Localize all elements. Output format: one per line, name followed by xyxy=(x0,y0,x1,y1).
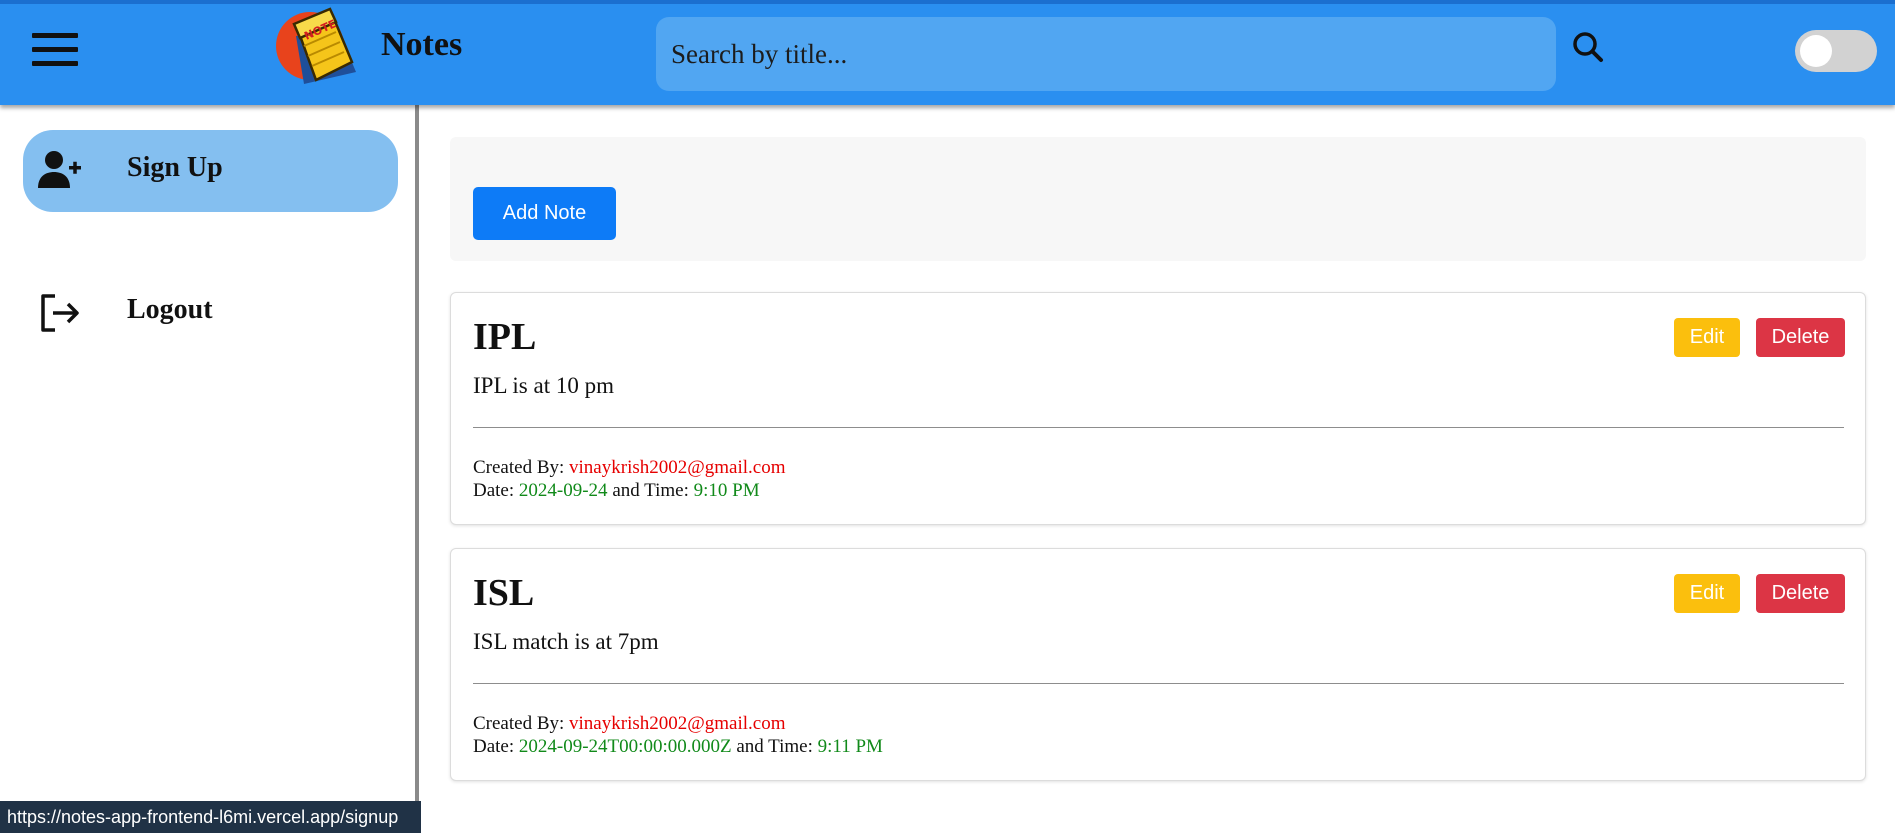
top-navbar: NOTE Notes xyxy=(0,0,1895,105)
status-bar-url: https://notes-app-frontend-l6mi.vercel.a… xyxy=(0,801,421,833)
note-divider xyxy=(473,683,1844,684)
app-title: Notes xyxy=(381,26,463,63)
notes-logo-icon: NOTE xyxy=(276,7,356,84)
note-card: ISL Edit Delete ISL match is at 7pm Crea… xyxy=(450,548,1866,781)
note-body: ISL match is at 7pm xyxy=(473,629,659,654)
created-by-label: Created By: xyxy=(473,713,565,734)
note-meta: Created By: vinaykrish2002@gmail.com Dat… xyxy=(473,456,785,502)
note-time: 9:10 PM xyxy=(693,480,760,501)
theme-toggle[interactable] xyxy=(1795,30,1877,72)
note-date: 2024-09-24T00:00:00.000Z xyxy=(518,736,732,757)
delete-button[interactable]: Delete xyxy=(1756,574,1845,613)
sidebar: Sign Up Logout xyxy=(0,105,419,833)
search-input[interactable] xyxy=(656,17,1556,91)
add-note-button[interactable]: Add Note xyxy=(473,187,616,240)
sidebar-item-label: Sign Up xyxy=(127,152,223,183)
time-label: and Time: xyxy=(736,736,813,757)
time-label: and Time: xyxy=(612,480,689,501)
add-note-panel: Add Note xyxy=(450,137,1866,261)
date-label: Date: xyxy=(473,736,515,757)
toggle-knob xyxy=(1800,35,1832,67)
note-title: IPL xyxy=(473,316,537,358)
created-by-email: vinaykrish2002@gmail.com xyxy=(569,457,786,478)
note-date: 2024-09-24 xyxy=(518,480,608,501)
note-title: ISL xyxy=(473,572,535,614)
note-card: IPL Edit Delete IPL is at 10 pm Created … xyxy=(450,292,1866,525)
edit-button[interactable]: Edit xyxy=(1674,318,1740,357)
note-time: 9:11 PM xyxy=(817,736,883,757)
note-divider xyxy=(473,427,1844,428)
created-by-label: Created By: xyxy=(473,457,565,478)
logout-icon xyxy=(41,294,79,332)
note-meta: Created By: vinaykrish2002@gmail.com Dat… xyxy=(473,712,883,758)
hamburger-menu-icon[interactable] xyxy=(32,33,78,67)
user-plus-icon xyxy=(38,151,81,188)
note-body: IPL is at 10 pm xyxy=(473,373,614,398)
sidebar-item-label: Logout xyxy=(127,294,213,325)
sidebar-item-logout[interactable]: Logout xyxy=(23,272,398,354)
search-icon[interactable] xyxy=(1570,30,1606,66)
edit-button[interactable]: Edit xyxy=(1674,574,1740,613)
delete-button[interactable]: Delete xyxy=(1756,318,1845,357)
created-by-email: vinaykrish2002@gmail.com xyxy=(569,713,786,734)
sidebar-item-sign-up[interactable]: Sign Up xyxy=(23,130,398,212)
date-label: Date: xyxy=(473,480,515,501)
